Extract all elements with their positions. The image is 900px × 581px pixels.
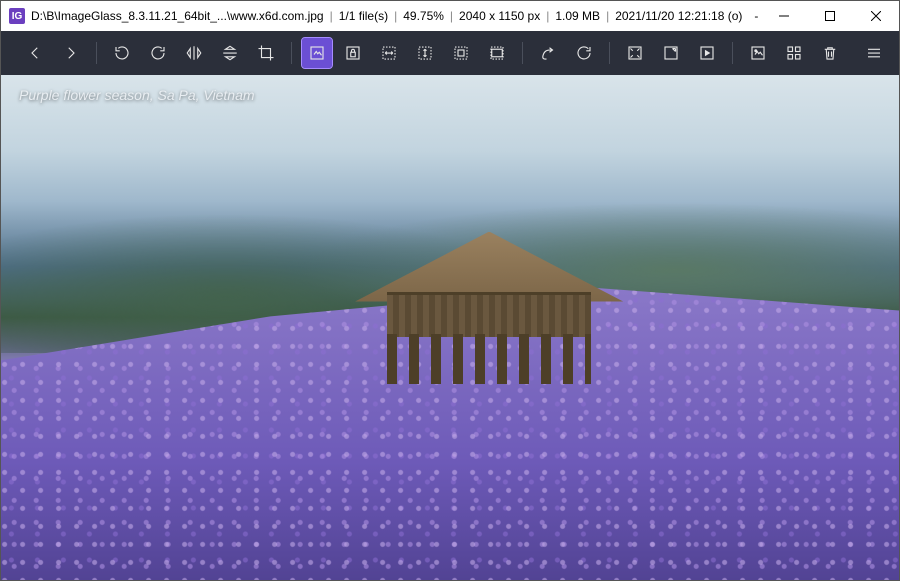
title-separator: | bbox=[546, 9, 549, 23]
app-icon: IG bbox=[9, 8, 25, 24]
fullscreen-icon bbox=[662, 44, 680, 62]
slideshow-icon bbox=[698, 44, 716, 62]
flip-horizontal-button[interactable] bbox=[179, 38, 209, 68]
checkerboard-button[interactable] bbox=[743, 38, 773, 68]
main-menu-button[interactable] bbox=[859, 38, 889, 68]
window-fit-icon bbox=[626, 44, 644, 62]
prev-button[interactable] bbox=[20, 38, 50, 68]
title-separator: | bbox=[450, 9, 453, 23]
file-timestamp: 2021/11/20 12:21:18 (o) bbox=[615, 9, 742, 23]
image-subject-house bbox=[369, 232, 609, 387]
file-path: D:\B\ImageGlass_8.3.11.21_64bit_...\www.… bbox=[31, 9, 324, 23]
checkerboard-icon bbox=[749, 44, 767, 62]
toolbar-divider bbox=[291, 42, 292, 64]
file-index: 1/1 file(s) bbox=[339, 9, 388, 23]
scale-width-button[interactable] bbox=[374, 38, 404, 68]
image-dimensions: 2040 x 1150 px bbox=[459, 9, 540, 23]
thumbnails-icon bbox=[785, 44, 803, 62]
refresh-button[interactable] bbox=[569, 38, 599, 68]
chevron-left-icon bbox=[26, 44, 44, 62]
auto-zoom-icon bbox=[308, 44, 326, 62]
window-controls bbox=[761, 1, 899, 31]
open-with-button[interactable] bbox=[533, 38, 563, 68]
delete-button[interactable] bbox=[815, 38, 845, 68]
toolbar-divider bbox=[732, 42, 733, 64]
close-button[interactable] bbox=[853, 1, 899, 31]
lock-zoom-button[interactable] bbox=[338, 38, 368, 68]
chevron-right-icon bbox=[62, 44, 80, 62]
file-size: 1.09 MB bbox=[555, 9, 600, 23]
title-info: D:\B\ImageGlass_8.3.11.21_64bit_...\www.… bbox=[31, 9, 761, 23]
trash-icon bbox=[821, 44, 839, 62]
scale-fit-icon bbox=[452, 44, 470, 62]
toolbar-divider bbox=[522, 42, 523, 64]
lock-zoom-icon bbox=[344, 44, 362, 62]
slideshow-button[interactable] bbox=[692, 38, 722, 68]
title-bar: IG D:\B\ImageGlass_8.3.11.21_64bit_...\w… bbox=[1, 1, 899, 31]
hamburger-icon bbox=[865, 44, 883, 62]
scale-fill-icon bbox=[488, 44, 506, 62]
scale-fit-button[interactable] bbox=[446, 38, 476, 68]
scale-height-icon bbox=[416, 44, 434, 62]
flip-vertical-icon bbox=[221, 44, 239, 62]
fullscreen-button[interactable] bbox=[656, 38, 686, 68]
zoom-level: 49.75% bbox=[403, 9, 444, 23]
scale-height-button[interactable] bbox=[410, 38, 440, 68]
rotate-cw-button[interactable] bbox=[143, 38, 173, 68]
rotate-cw-icon bbox=[149, 44, 167, 62]
flip-horizontal-icon bbox=[185, 44, 203, 62]
toolbar-divider bbox=[609, 42, 610, 64]
toolbar bbox=[1, 31, 899, 75]
scale-fill-button[interactable] bbox=[482, 38, 512, 68]
flip-vertical-button[interactable] bbox=[215, 38, 245, 68]
scale-width-icon bbox=[380, 44, 398, 62]
crop-button[interactable] bbox=[251, 38, 281, 68]
thumbnails-button[interactable] bbox=[779, 38, 809, 68]
title-separator: | bbox=[330, 9, 333, 23]
maximize-button[interactable] bbox=[807, 1, 853, 31]
refresh-icon bbox=[575, 44, 593, 62]
minimize-button[interactable] bbox=[761, 1, 807, 31]
rotate-ccw-icon bbox=[113, 44, 131, 62]
window-fit-button[interactable] bbox=[620, 38, 650, 68]
next-button[interactable] bbox=[56, 38, 86, 68]
open-with-icon bbox=[539, 44, 557, 62]
rotate-ccw-button[interactable] bbox=[107, 38, 137, 68]
auto-zoom-button[interactable] bbox=[302, 38, 332, 68]
image-viewport[interactable]: Purple flower season, Sa Pa, Vietnam bbox=[1, 75, 899, 580]
crop-icon bbox=[257, 44, 275, 62]
app-window: IG D:\B\ImageGlass_8.3.11.21_64bit_...\w… bbox=[0, 0, 900, 581]
toolbar-divider bbox=[96, 42, 97, 64]
app-name: - ImageG... bbox=[754, 9, 761, 23]
title-separator: | bbox=[606, 9, 609, 23]
title-separator: | bbox=[394, 9, 397, 23]
